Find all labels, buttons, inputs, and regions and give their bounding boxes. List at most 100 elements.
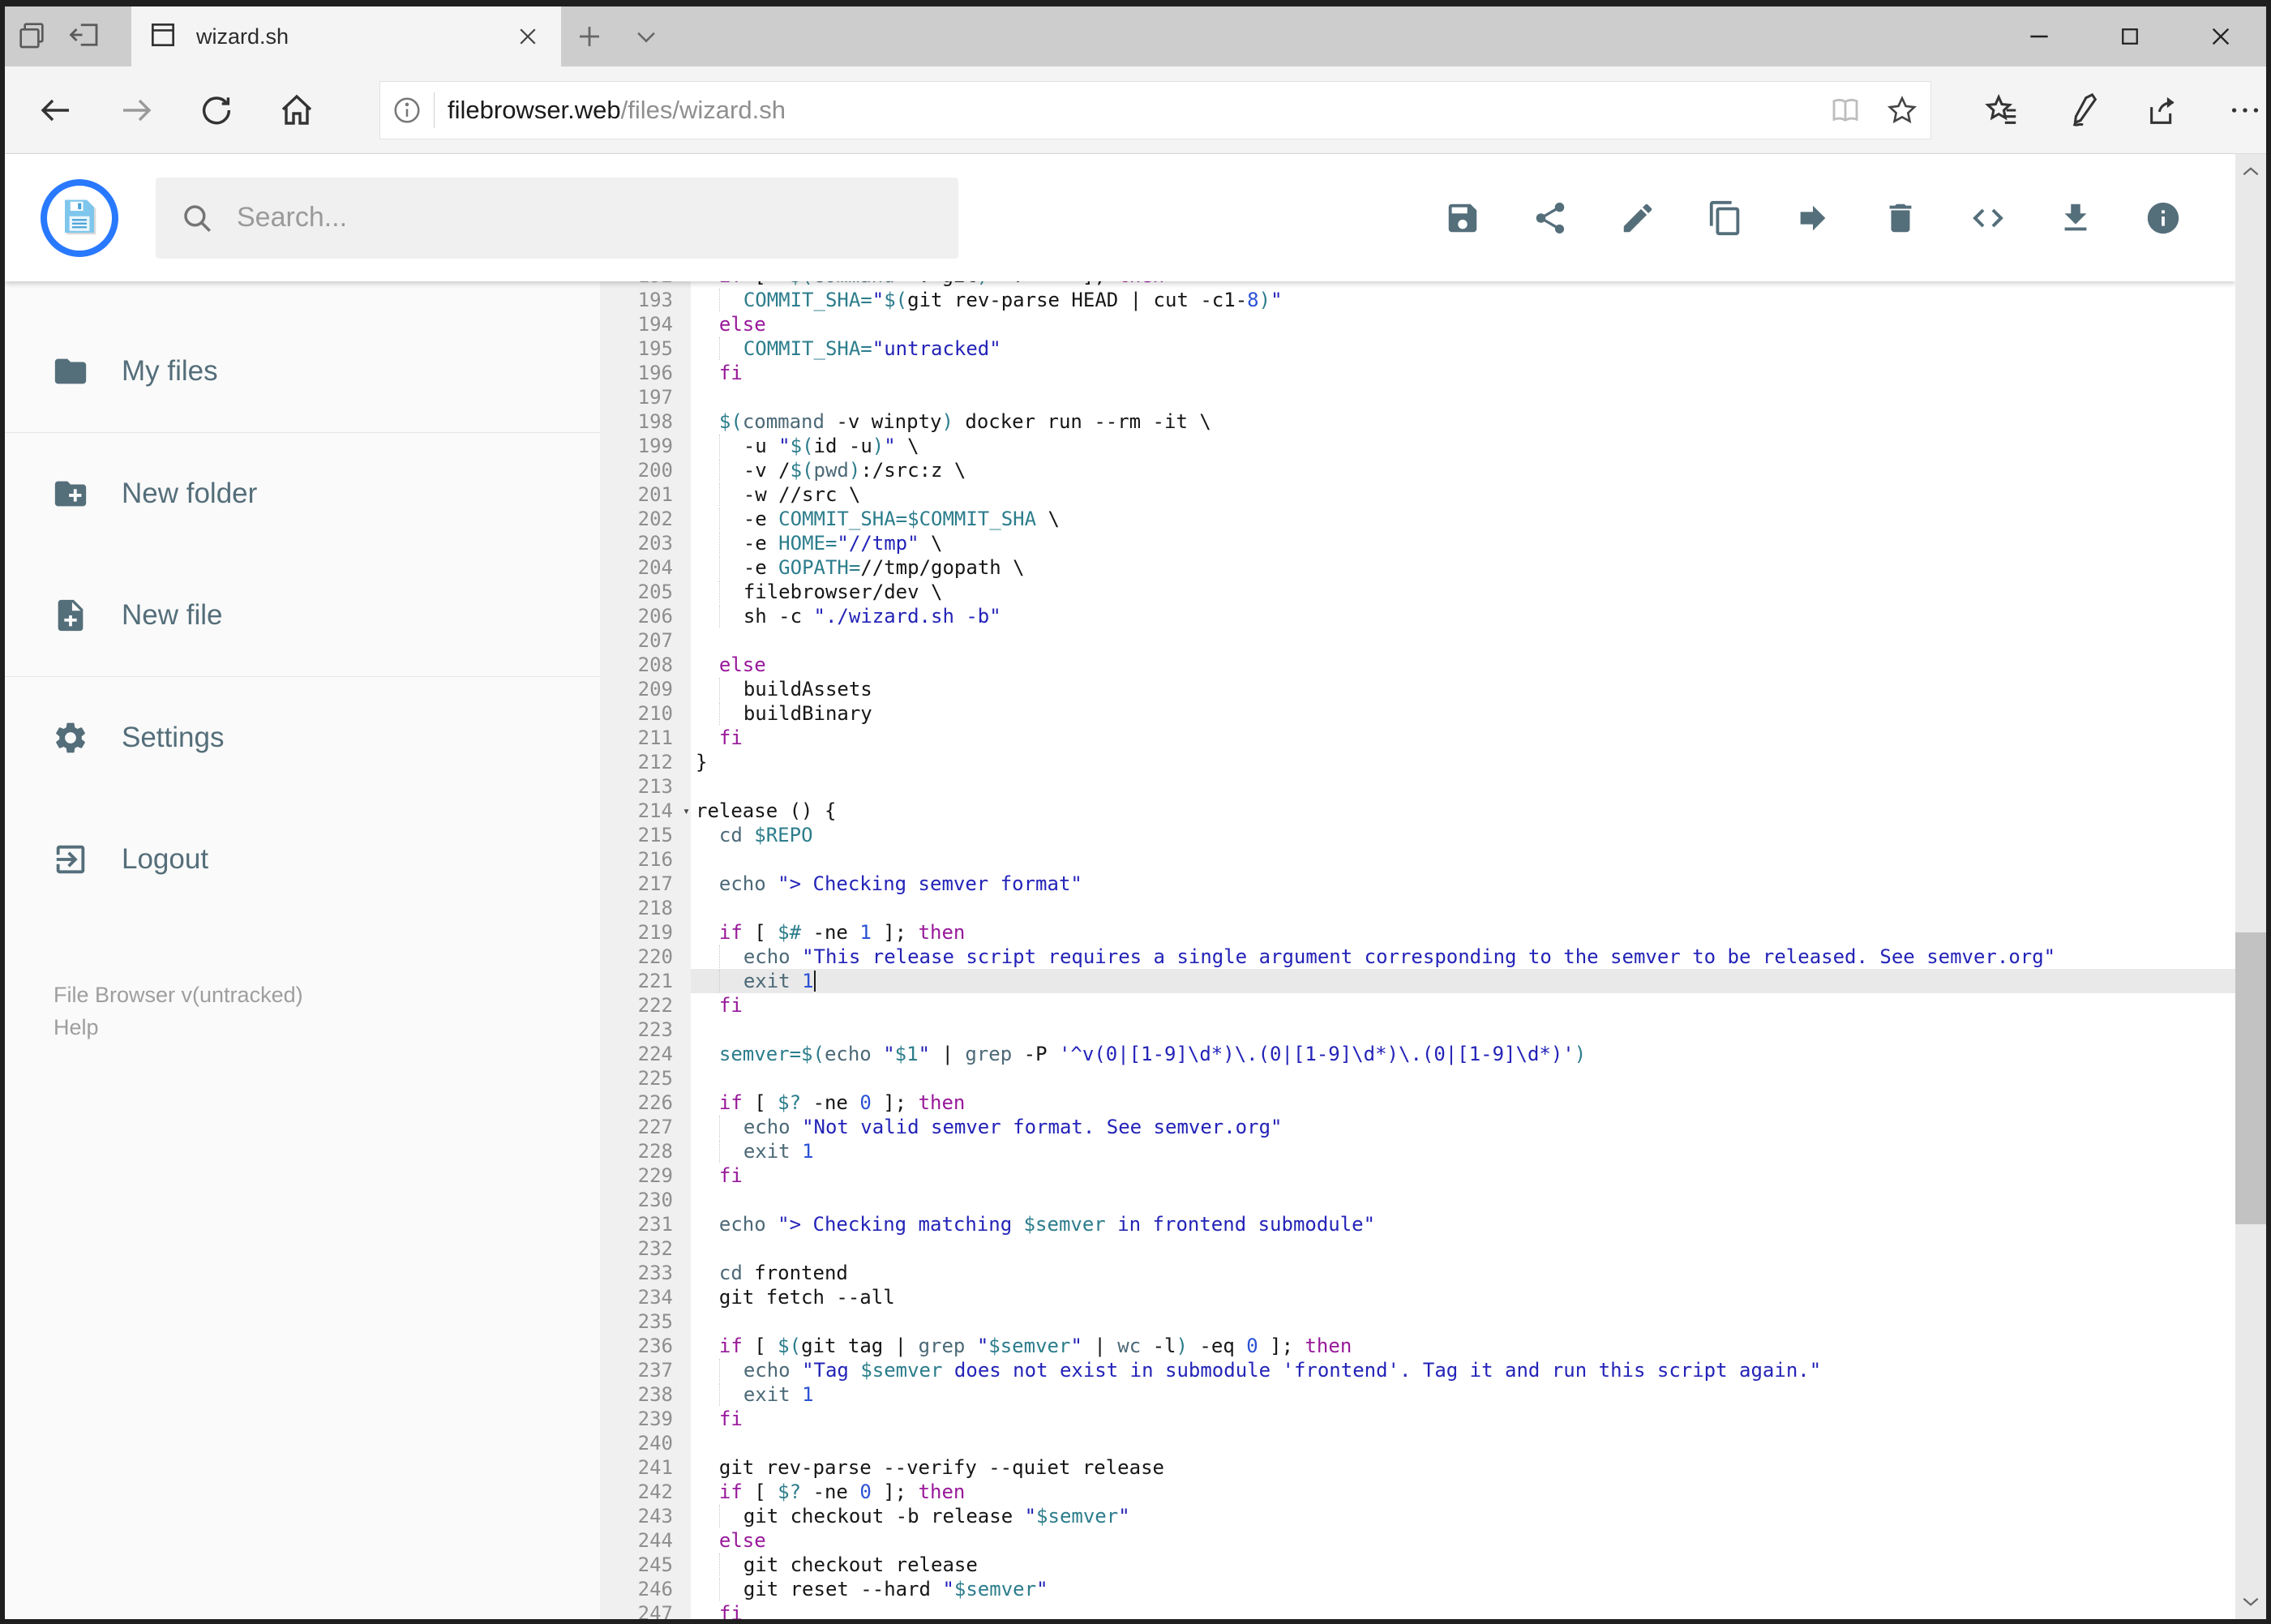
code-line-239[interactable]: 239 fi [600,1407,2235,1431]
filebrowser-logo[interactable] [41,178,118,257]
vertical-scrollbar[interactable] [2235,154,2266,1619]
maximize-button[interactable] [2085,6,2175,66]
share-page-button[interactable] [2129,78,2199,143]
code-line-236[interactable]: 236 if [ $(git tag | grep "$semver" | wc… [600,1334,2235,1358]
code-line-245[interactable]: 245 git checkout release [600,1553,2235,1577]
code-line-238[interactable]: 238 exit 1 [600,1382,2235,1407]
code-line-207[interactable]: 207 [600,628,2235,653]
search-bar[interactable] [156,177,958,259]
sidebar-item-new-folder[interactable]: New folder [5,433,600,555]
code-line-215[interactable]: 215 cd $REPO [600,823,2235,847]
sidebar-item-settings[interactable]: Settings [5,677,600,799]
code-line-216[interactable]: 216 [600,847,2235,872]
code-line-211[interactable]: 211 fi [600,726,2235,750]
code-line-192[interactable]: 192 if [ "$(command -v git)" != "" ]; th… [600,281,2235,288]
code-line-196[interactable]: 196 fi [600,361,2235,385]
code-editor[interactable]: 192 if [ "$(command -v git)" != "" ]; th… [600,281,2235,1619]
site-info-icon[interactable] [380,95,434,126]
back-button[interactable] [27,78,85,143]
code-line-199[interactable]: 199 -u "$(id -u)" \ [600,434,2235,458]
sidebar-item-logout[interactable]: Logout [5,799,600,920]
scrollbar-thumb[interactable] [2235,932,2266,1224]
code-line-198[interactable]: 198 $(command -v winpty) docker run --rm… [600,409,2235,434]
info-button[interactable] [2129,184,2197,252]
code-line-219[interactable]: 219 if [ $# -ne 1 ]; then [600,920,2235,945]
code-line-234[interactable]: 234 git fetch --all [600,1285,2235,1309]
code-line-197[interactable]: 197 [600,385,2235,409]
scroll-up-arrow[interactable] [2235,154,2266,190]
more-options-button[interactable] [2210,78,2271,143]
code-line-212[interactable]: 212} [600,750,2235,774]
browser-tab[interactable]: wizard.sh [131,6,561,66]
scroll-down-arrow[interactable] [2235,1583,2266,1619]
code-line-214[interactable]: 214 ▾ release () { [600,799,2235,823]
code-line-217[interactable]: 217 echo "> Checking semver format" [600,872,2235,896]
tab-preview-button[interactable] [5,6,58,66]
code-line-240[interactable]: 240 [600,1431,2235,1455]
download-button[interactable] [2042,184,2110,252]
favorite-star-icon[interactable] [1874,93,1930,127]
sidebar-item-new-file[interactable]: New file [5,555,600,676]
code-line-204[interactable]: 204 -e GOPATH=//tmp/gopath \ [600,555,2235,580]
reading-view-icon[interactable] [1817,93,1874,127]
edit-button[interactable] [1604,184,1672,252]
code-line-242[interactable]: 242 if [ $? -ne 0 ]; then [600,1480,2235,1504]
code-line-230[interactable]: 230 [600,1188,2235,1212]
code-line-208[interactable]: 208 else [600,653,2235,677]
code-line-200[interactable]: 200 -v /$(pwd):/src:z \ [600,458,2235,482]
code-line-228[interactable]: 228 exit 1 [600,1139,2235,1163]
code-line-244[interactable]: 244 else [600,1528,2235,1553]
code-line-226[interactable]: 226 if [ $? -ne 0 ]; then [600,1091,2235,1115]
sidebar-item-my-files[interactable]: My files [5,311,600,432]
refresh-button[interactable] [187,78,246,143]
hub-favorites-button[interactable] [1967,78,2037,143]
code-line-210[interactable]: 210 buildBinary [600,701,2235,726]
source-code-button[interactable] [1954,184,2022,252]
home-button[interactable] [268,78,326,143]
code-line-221[interactable]: 221 exit 1 [600,969,2235,993]
code-line-193[interactable]: 193 COMMIT_SHA="$(git rev-parse HEAD | c… [600,288,2235,312]
share-button[interactable] [1516,184,1584,252]
url-text[interactable]: filebrowser.web/files/wizard.sh [448,96,1817,125]
code-line-194[interactable]: 194 else [600,312,2235,336]
code-line-195[interactable]: 195 COMMIT_SHA="untracked" [600,336,2235,361]
code-line-205[interactable]: 205 filebrowser/dev \ [600,580,2235,604]
new-tab-button[interactable] [561,6,618,66]
code-line-218[interactable]: 218 [600,896,2235,920]
address-bar[interactable]: filebrowser.web/files/wizard.sh [379,80,1931,139]
code-line-224[interactable]: 224 semver=$(echo "$1" | grep -P '^v(0|[… [600,1042,2235,1066]
code-line-202[interactable]: 202 -e COMMIT_SHA=$COMMIT_SHA \ [600,507,2235,531]
tab-close-button[interactable] [509,18,546,55]
code-line-206[interactable]: 206 sh -c "./wizard.sh -b" [600,604,2235,628]
move-button[interactable] [1779,184,1847,252]
code-line-220[interactable]: 220 echo "This release script requires a… [600,945,2235,969]
help-link[interactable]: Help [54,1011,600,1043]
code-line-231[interactable]: 231 echo "> Checking matching $semver in… [600,1212,2235,1236]
code-line-233[interactable]: 233 cd frontend [600,1261,2235,1285]
code-line-213[interactable]: 213 [600,774,2235,799]
ink-notes-button[interactable] [2048,78,2118,143]
code-line-225[interactable]: 225 [600,1066,2235,1091]
copy-button[interactable] [1691,184,1759,252]
code-line-203[interactable]: 203 -e HOME="//tmp" \ [600,531,2235,555]
delete-button[interactable] [1866,184,1935,252]
code-line-223[interactable]: 223 [600,1018,2235,1042]
code-line-229[interactable]: 229 fi [600,1163,2235,1188]
code-line-222[interactable]: 222 fi [600,993,2235,1018]
code-line-246[interactable]: 246 git reset --hard "$semver" [600,1577,2235,1601]
minimize-button[interactable] [1994,6,2085,66]
forward-button[interactable] [107,78,165,143]
code-line-201[interactable]: 201 -w //src \ [600,482,2235,507]
set-tabs-aside-button[interactable] [58,6,112,66]
tab-list-chevron-button[interactable] [618,6,675,66]
code-line-232[interactable]: 232 [600,1236,2235,1261]
code-line-237[interactable]: 237 echo "Tag $semver does not exist in … [600,1358,2235,1382]
code-line-235[interactable]: 235 [600,1309,2235,1334]
code-line-243[interactable]: 243 git checkout -b release "$semver" [600,1504,2235,1528]
code-line-247[interactable]: 247 fi [600,1601,2235,1619]
search-input[interactable] [235,201,919,234]
code-line-241[interactable]: 241 git rev-parse --verify --quiet relea… [600,1455,2235,1480]
code-line-209[interactable]: 209 buildAssets [600,677,2235,701]
code-line-227[interactable]: 227 echo "Not valid semver format. See s… [600,1115,2235,1139]
close-window-button[interactable] [2175,6,2266,66]
